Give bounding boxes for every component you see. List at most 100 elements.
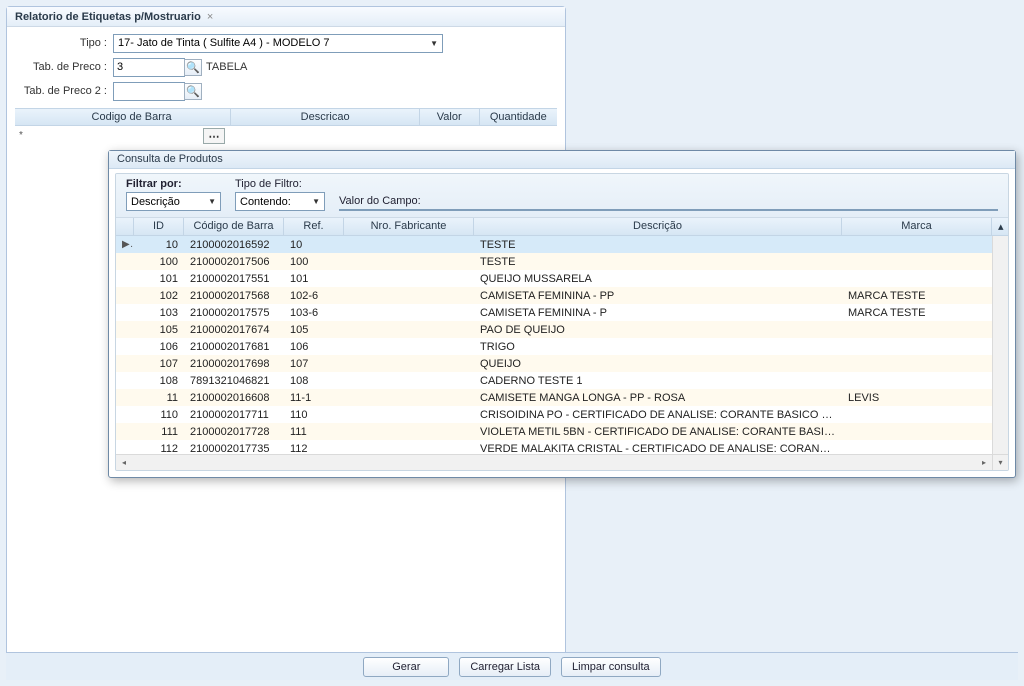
table-row[interactable]: 1087891321046821108CADERNO TESTE 1 (116, 372, 992, 389)
cell-ref: 108 (284, 374, 344, 388)
col-descricao[interactable]: Descricao (231, 109, 420, 125)
cell-fabricante (344, 278, 474, 280)
col-fabricante[interactable]: Nro. Fabricante (344, 218, 474, 235)
table-row[interactable]: 1002100002017506100TESTE (116, 253, 992, 270)
cell-lookup-button[interactable]: ⋯ (203, 128, 225, 144)
col-quantidade[interactable]: Quantidade (480, 109, 557, 125)
tab-preco2-input[interactable] (113, 82, 185, 101)
row-indicator (116, 329, 134, 331)
filter-bar: Filtrar por: Descrição ▼ Tipo de Filtro:… (116, 174, 1008, 218)
tipo-filtro-label: Tipo de Filtro: (235, 178, 325, 190)
cell-ref: 103-6 (284, 306, 344, 320)
cell-id: 102 (134, 289, 184, 303)
main-grid-body[interactable]: * ⋯ (15, 126, 557, 146)
table-row[interactable]: 1072100002017698107 QUEIJO (116, 355, 992, 372)
cell-barcode: 2100002017551 (184, 272, 284, 286)
row-indicator (116, 278, 134, 280)
table-row[interactable]: 11210000201660811-1CAMISETE MANGA LONGA … (116, 389, 992, 406)
cell-marca (842, 278, 992, 280)
cell-marca (842, 363, 992, 365)
table-row[interactable]: 1022100002017568102-6CAMISETA FEMININA -… (116, 287, 992, 304)
cell-fabricante (344, 363, 474, 365)
col-id[interactable]: ID (134, 218, 184, 235)
tipo-select[interactable]: 17- Jato de Tinta ( Sulfite A4 ) - MODEL… (113, 34, 443, 53)
cell-marca (842, 329, 992, 331)
cell-barcode: 2100002016608 (184, 391, 284, 405)
row-indicator (116, 346, 134, 348)
table-row[interactable]: 1122100002017735112 VERDE MALAKITA CRISTA… (116, 440, 992, 454)
main-title: Relatorio de Etiquetas p/Mostruario (15, 11, 201, 23)
row-indicator (116, 295, 134, 297)
col-descricao[interactable]: Descrição (474, 218, 842, 235)
cell-ref: 112 (284, 442, 344, 455)
cell-marca (842, 261, 992, 263)
tipo-filtro-select[interactable]: Contendo: ▼ (235, 192, 325, 211)
cell-descricao: VIOLETA METIL 5BN - CERTIFICADO DE ANALI… (474, 425, 842, 439)
cell-marca: LEVIS (842, 391, 992, 405)
scroll-up-icon[interactable]: ▴ (992, 218, 1008, 235)
table-row[interactable]: 1032100002017575103-6CAMISETA FEMININA -… (116, 304, 992, 321)
tab-preco-label: Tab. de Preco : (15, 61, 113, 73)
gerar-button[interactable]: Gerar (363, 657, 449, 677)
cell-ref: 102-6 (284, 289, 344, 303)
cell-barcode: 2100002016592 (184, 238, 284, 252)
cell-barcode: 2100002017698 (184, 357, 284, 371)
table-row[interactable]: 1052100002017674105PAO DE QUEIJO (116, 321, 992, 338)
cell-ref: 10 (284, 238, 344, 252)
ellipsis-icon: ⋯ (209, 130, 220, 143)
horizontal-scrollbar[interactable]: ◂ ▸ ▾ (116, 454, 1008, 470)
cell-fabricante (344, 380, 474, 382)
carregar-lista-button[interactable]: Carregar Lista (459, 657, 551, 677)
cell-descricao: TESTE (474, 255, 842, 269)
cell-fabricante (344, 312, 474, 314)
row-indicator (116, 261, 134, 263)
vertical-scrollbar[interactable] (992, 236, 1008, 454)
filtrar-por-label: Filtrar por: (126, 178, 221, 190)
cell-descricao: QUEIJO (474, 357, 842, 371)
row-indicator (116, 363, 134, 365)
limpar-consulta-button[interactable]: Limpar consulta (561, 657, 661, 677)
cell-barcode: 2100002017735 (184, 442, 284, 455)
row-indicator: ▶ (116, 238, 134, 251)
cell-id: 10 (134, 238, 184, 252)
col-codigo[interactable]: Codigo de Barra (33, 109, 231, 125)
col-ref[interactable]: Ref. (284, 218, 344, 235)
dialog-grid-rows[interactable]: ▶10210000201659210TESTE10021000020175061… (116, 236, 992, 454)
cell-descricao: QUEIJO MUSSARELA (474, 272, 842, 286)
tab-preco-name: TABELA (206, 61, 247, 73)
scroll-down-icon[interactable]: ▾ (992, 455, 1008, 470)
cell-fabricante (344, 431, 474, 433)
cell-descricao: VERDE MALAKITA CRISTAL - CERTIFICADO DE … (474, 442, 842, 455)
valor-campo-input[interactable] (339, 209, 998, 211)
table-row[interactable]: 1062100002017681106TRIGO (116, 338, 992, 355)
cell-barcode: 2100002017674 (184, 323, 284, 337)
table-row[interactable]: ▶10210000201659210TESTE (116, 236, 992, 253)
cell-ref: 107 (284, 357, 344, 371)
close-icon[interactable]: × (207, 11, 213, 23)
tab-preco2-lookup-button[interactable]: 🔍 (184, 83, 202, 100)
tab-preco2-label: Tab. de Preco 2 : (15, 85, 113, 97)
col-barcode[interactable]: Código de Barra (184, 218, 284, 235)
cell-fabricante (344, 244, 474, 246)
scroll-left-icon[interactable]: ◂ (116, 455, 132, 470)
cell-id: 11 (134, 391, 184, 405)
col-marca[interactable]: Marca (842, 218, 992, 235)
cell-descricao: PAO DE QUEIJO (474, 323, 842, 337)
cell-descricao: CAMISETE MANGA LONGA - PP - ROSA (474, 391, 842, 405)
table-row[interactable]: 1012100002017551101QUEIJO MUSSARELA (116, 270, 992, 287)
cell-fabricante (344, 346, 474, 348)
chevron-down-icon: ▼ (430, 39, 438, 48)
cell-id: 107 (134, 357, 184, 371)
filtrar-por-select[interactable]: Descrição ▼ (126, 192, 221, 211)
scroll-right-icon[interactable]: ▸ (976, 455, 992, 470)
cell-ref: 111 (284, 425, 344, 439)
tab-preco-input[interactable]: 3 (113, 58, 185, 77)
table-row[interactable]: 1102100002017711110CRISOIDINA PO - CERTI… (116, 406, 992, 423)
cell-marca: MARCA TESTE (842, 306, 992, 320)
cell-marca: MARCA TESTE (842, 289, 992, 303)
row-indicator (116, 380, 134, 382)
col-valor[interactable]: Valor (420, 109, 480, 125)
tab-preco-lookup-button[interactable]: 🔍 (184, 59, 202, 76)
cell-id: 112 (134, 442, 184, 455)
table-row[interactable]: 1112100002017728111VIOLETA METIL 5BN - C… (116, 423, 992, 440)
